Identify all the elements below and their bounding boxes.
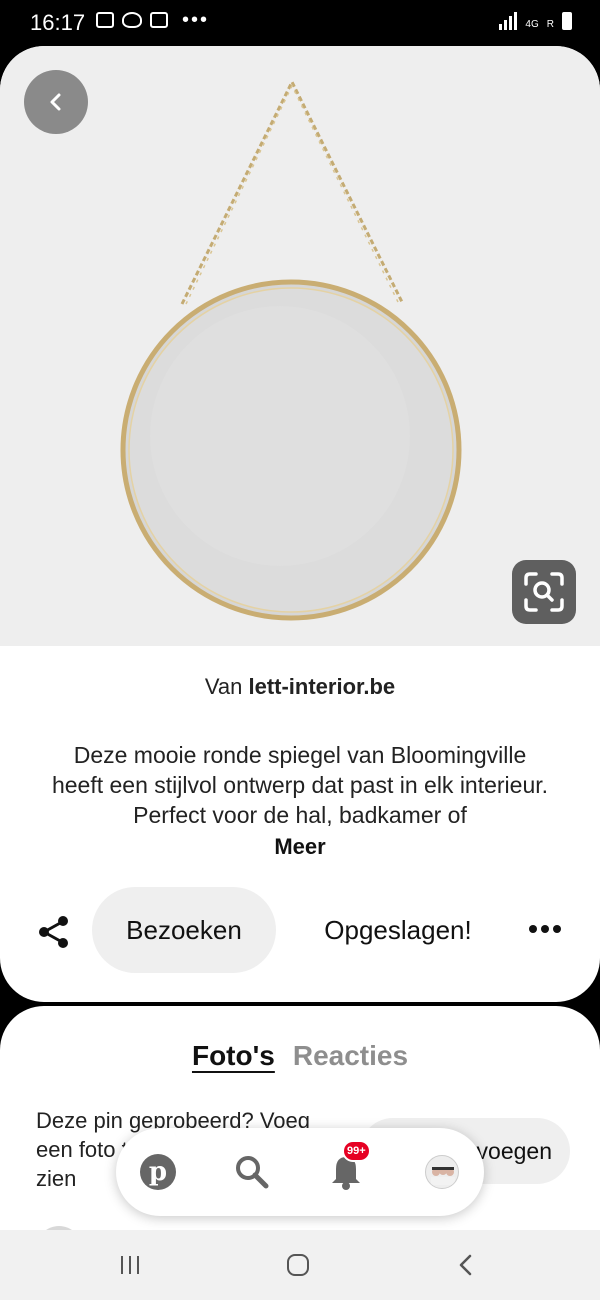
bottom-navigation: p [116, 1128, 484, 1216]
share-button[interactable] [34, 912, 74, 952]
status-time: 16:17 [30, 10, 86, 35]
home-button[interactable] [278, 1250, 318, 1280]
pinterest-logo-icon: p [140, 1154, 176, 1190]
notification-badge: 99+ [342, 1140, 371, 1162]
nav-home[interactable]: p [136, 1150, 180, 1194]
network-type: 4G [525, 19, 539, 30]
recent-apps-button[interactable] [110, 1250, 150, 1280]
visual-search-button[interactable] [512, 560, 576, 624]
round-mirror-image [120, 78, 462, 621]
more-link[interactable]: Meer [0, 834, 600, 860]
status-system-icons: 4G R [499, 12, 572, 30]
pin-closeup-card: Van lett-interior.be Deze mooie ronde sp… [0, 46, 600, 1002]
more-options-button[interactable] [520, 914, 570, 944]
recent-apps-icon [121, 1256, 139, 1274]
nav-profile[interactable] [420, 1150, 464, 1194]
profile-avatar-icon [431, 1167, 455, 1185]
source-prefix: Van [204, 674, 243, 699]
chat-icon [122, 12, 142, 28]
source-domain-link[interactable]: lett-interior.be [248, 674, 395, 699]
nav-search[interactable] [230, 1150, 274, 1194]
pin-source: Van lett-interior.be [0, 674, 600, 700]
back-button[interactable] [24, 70, 88, 134]
more-dot-icon [541, 925, 549, 933]
chevron-left-icon [50, 93, 61, 111]
status-overflow: ••• [182, 9, 210, 31]
roaming-indicator: R [546, 19, 554, 30]
search-icon [236, 1156, 269, 1189]
system-back-button[interactable] [446, 1250, 486, 1280]
photo-icon [150, 12, 168, 28]
battery-icon [562, 12, 572, 30]
tab-photos[interactable]: Foto's [192, 1040, 275, 1072]
more-dot-icon [529, 925, 537, 933]
visit-button[interactable]: Bezoeken [92, 887, 276, 973]
avatar [425, 1155, 459, 1189]
pin-description: Deze mooie ronde spiegel van Bloomingvil… [51, 742, 549, 828]
saved-button[interactable]: Opgeslagen! [300, 907, 496, 953]
home-icon [287, 1254, 309, 1276]
lens-search-icon [524, 572, 564, 612]
back-arrow-icon [459, 1254, 472, 1276]
status-notification-icons: ••• [96, 9, 210, 31]
status-bar: 16:17 ••• 4G R [0, 0, 600, 46]
share-icon [39, 916, 68, 948]
tabs: Foto's Reacties [0, 1040, 600, 1072]
more-dot-icon [553, 925, 561, 933]
image-icon [96, 12, 114, 28]
signal-icon [499, 12, 518, 30]
pin-image[interactable] [0, 46, 600, 646]
tab-comments[interactable]: Reacties [293, 1040, 408, 1072]
system-navigation-bar [0, 1230, 600, 1300]
